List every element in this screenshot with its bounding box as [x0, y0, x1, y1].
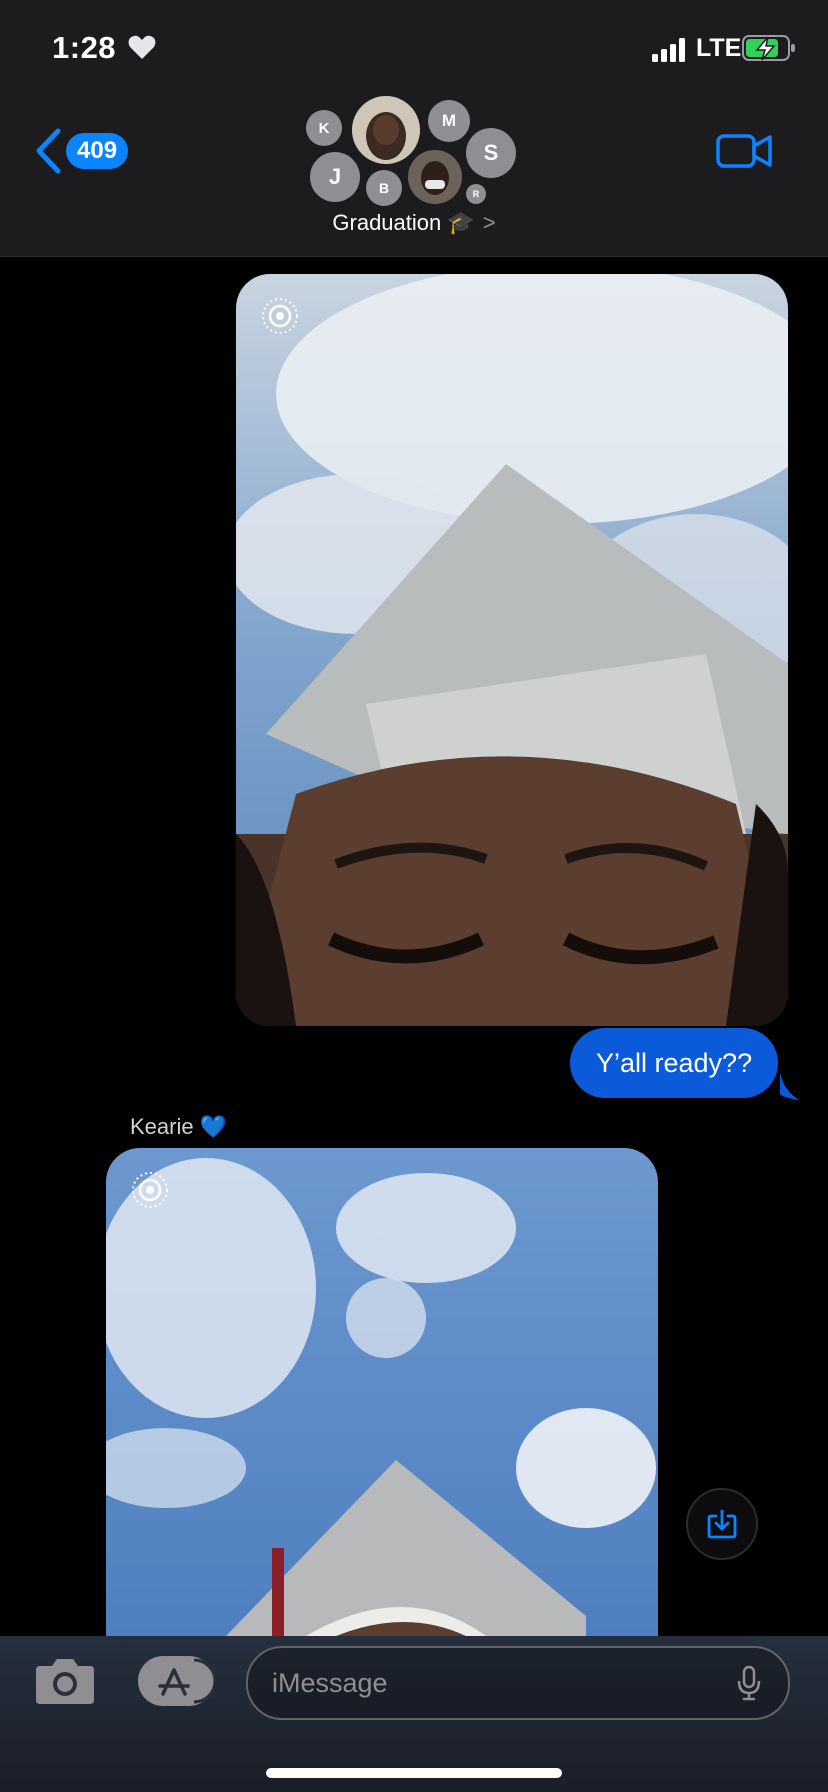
- network-type: LTE: [696, 34, 742, 62]
- save-download-icon: [707, 1509, 737, 1539]
- microphone-icon[interactable]: [736, 1665, 762, 1701]
- sent-photo-image: [236, 274, 788, 1026]
- avatar-r: R: [466, 184, 486, 204]
- heart-icon: [128, 35, 156, 59]
- live-photo-icon-2[interactable]: [130, 1170, 170, 1210]
- received-photo-message[interactable]: [106, 1148, 658, 1636]
- save-photo-button[interactable]: [686, 1488, 758, 1560]
- avatar-photo-image: [352, 96, 420, 164]
- sender-name: Kearie 💙: [130, 1114, 228, 1139]
- messages-screen: 1:28 LTE 409 K M S J B R Graduation 🎓 > …: [0, 0, 828, 1792]
- video-camera-icon[interactable]: [716, 132, 772, 170]
- avatar-photo: [352, 96, 420, 164]
- back-button[interactable]: 409: [34, 128, 129, 174]
- chevron-left-icon: [36, 128, 61, 174]
- sent-text-message[interactable]: Y’all ready??: [570, 1028, 779, 1098]
- app-store-icon: [158, 1658, 217, 1704]
- avatar-b: B: [366, 170, 402, 206]
- avatar-m: M: [428, 100, 470, 142]
- chevron-right-icon: >: [482, 210, 496, 235]
- status-time: 1:28: [52, 30, 117, 65]
- group-name-button[interactable]: Graduation 🎓 >: [0, 210, 828, 236]
- avatar-s: S: [466, 128, 516, 178]
- battery-charging-icon: [742, 35, 795, 61]
- group-name: Graduation 🎓: [332, 210, 475, 235]
- sent-photo-message[interactable]: [236, 274, 788, 1026]
- cellular-signal-icon: [652, 38, 685, 62]
- app-store-button[interactable]: [138, 1656, 217, 1706]
- unread-count-badge: 409: [66, 133, 129, 169]
- sent-text: Y’all ready??: [596, 1047, 753, 1078]
- conversation-header: 1:28 LTE 409 K M S J B R Graduation 🎓 >: [0, 0, 828, 257]
- message-field[interactable]: [246, 1646, 790, 1720]
- home-indicator[interactable]: [266, 1768, 562, 1778]
- avatar-photo-2-image: [408, 150, 462, 204]
- avatar-j: J: [310, 152, 360, 202]
- avatar-photo-2: [408, 150, 462, 204]
- live-photo-icon[interactable]: [260, 296, 300, 336]
- avatar-k: K: [306, 110, 342, 146]
- received-photo-image: [106, 1148, 658, 1636]
- bubble-tail: [780, 1072, 800, 1100]
- message-input[interactable]: [248, 1666, 736, 1700]
- camera-icon[interactable]: [34, 1656, 96, 1706]
